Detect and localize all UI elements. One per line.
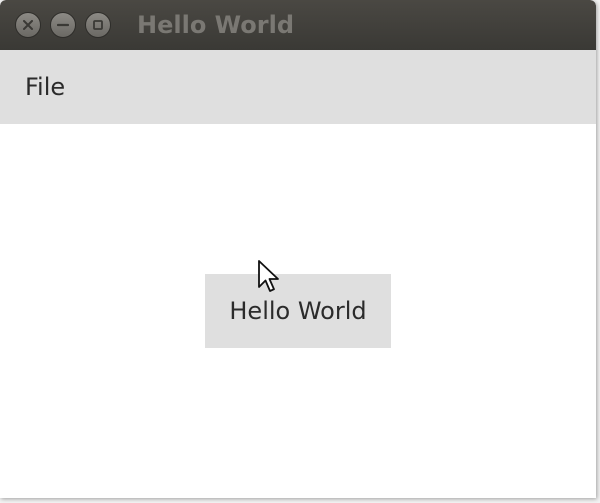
minimize-icon <box>57 23 69 27</box>
close-icon <box>23 20 33 30</box>
main-content: Hello World <box>0 124 596 498</box>
title-bar[interactable]: Hello World <box>0 0 596 50</box>
menu-item-file[interactable]: File <box>23 71 67 103</box>
window-title: Hello World <box>137 11 295 39</box>
close-button[interactable] <box>15 12 41 38</box>
application-window: Hello World File Hello World <box>0 0 596 498</box>
minimize-button[interactable] <box>50 12 76 38</box>
mouse-pointer-icon <box>258 260 279 292</box>
maximize-button[interactable] <box>85 12 111 38</box>
hello-world-button[interactable]: Hello World <box>205 274 391 348</box>
menu-bar: File <box>0 50 596 124</box>
maximize-icon <box>93 20 103 30</box>
